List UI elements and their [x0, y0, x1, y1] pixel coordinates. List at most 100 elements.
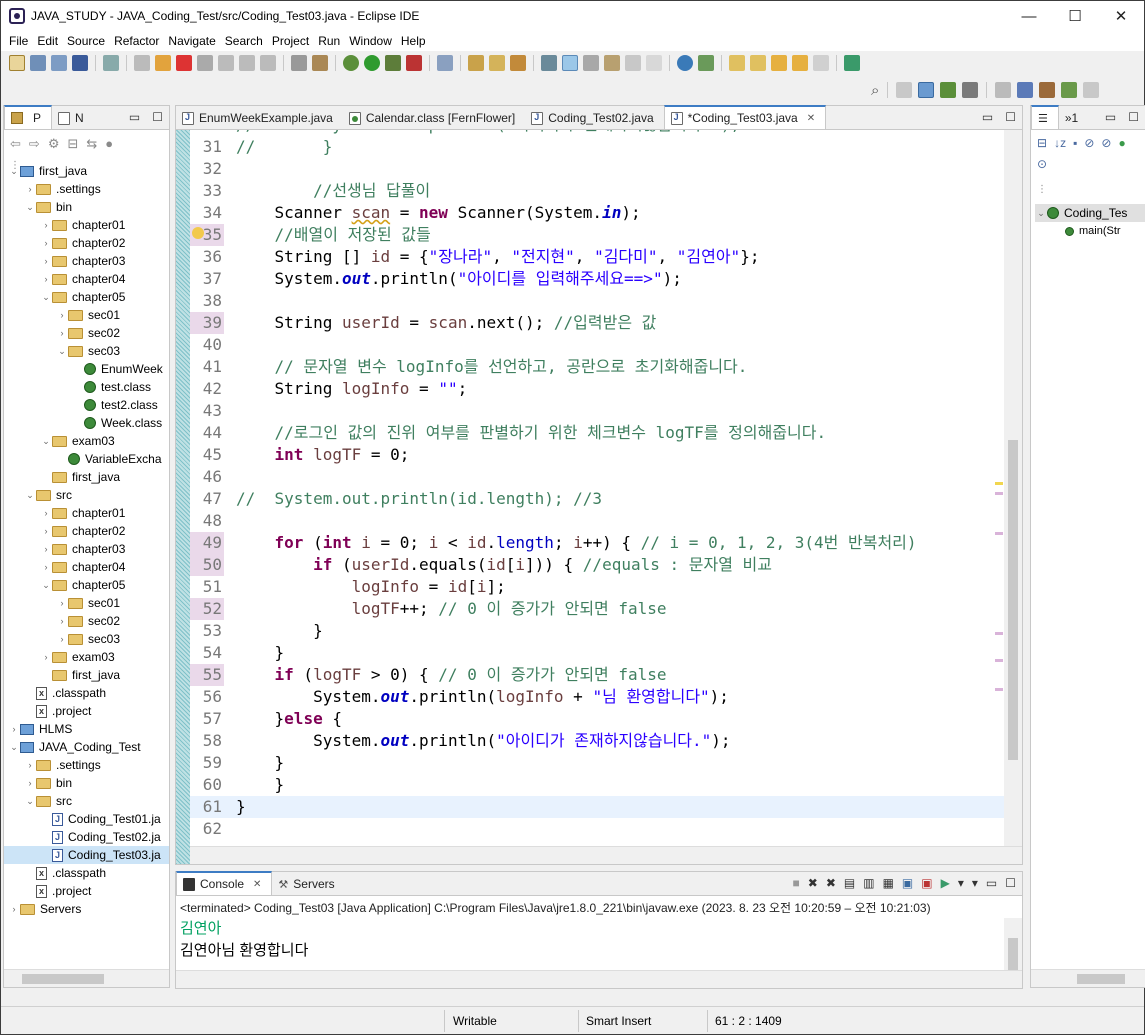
tree-item[interactable]: › HLMS: [4, 720, 169, 738]
collapsed-arrow-icon[interactable]: ›: [24, 184, 36, 194]
collapsed-arrow-icon[interactable]: ›: [40, 256, 52, 266]
remove-launch-icon[interactable]: ✖: [808, 876, 818, 890]
menu-window[interactable]: Window: [345, 34, 396, 48]
minimize-view-icon[interactable]: ▭: [129, 110, 140, 124]
tree-item[interactable]: x .project: [4, 702, 169, 720]
tree-item[interactable]: test.class: [4, 378, 169, 396]
tree-item[interactable]: ⌄ chapter05: [4, 288, 169, 306]
collapsed-arrow-icon[interactable]: ›: [40, 652, 52, 662]
link-editor-icon[interactable]: ⇆: [86, 136, 97, 152]
collapsed-arrow-icon[interactable]: ›: [40, 508, 52, 518]
tree-item[interactable]: › sec01: [4, 594, 169, 612]
collapsed-arrow-icon[interactable]: ›: [56, 328, 68, 338]
menu-file[interactable]: File: [5, 34, 32, 48]
use-step-filters-icon[interactable]: [312, 55, 328, 71]
collapsed-arrow-icon[interactable]: ›: [40, 526, 52, 536]
expanded-arrow-icon[interactable]: ⌄: [8, 166, 20, 177]
collapsed-arrow-icon[interactable]: ›: [24, 778, 36, 788]
terminate-icon[interactable]: [176, 55, 192, 71]
show-whitespace-icon[interactable]: [604, 55, 620, 71]
open-console-icon[interactable]: ▶: [941, 876, 950, 890]
tree-item[interactable]: › sec02: [4, 324, 169, 342]
collapsed-arrow-icon[interactable]: ›: [40, 544, 52, 554]
step-over-icon[interactable]: [239, 55, 255, 71]
collapsed-arrow-icon[interactable]: ›: [40, 220, 52, 230]
collapsed-arrow-icon[interactable]: ›: [56, 598, 68, 608]
pin-icon[interactable]: [698, 55, 714, 71]
maximize-view-icon[interactable]: ☐: [152, 110, 163, 124]
show-stdout-icon[interactable]: ▣: [902, 876, 913, 890]
editor-horizontal-scrollbar[interactable]: [190, 846, 1022, 864]
next-annotation-icon[interactable]: [729, 55, 745, 71]
tree-item[interactable]: J Coding_Test02.ja: [4, 828, 169, 846]
tasks-icon[interactable]: [1039, 82, 1056, 98]
run-icon[interactable]: [364, 55, 380, 71]
status-insert-mode[interactable]: Smart Insert: [586, 1014, 651, 1028]
expanded-arrow-icon[interactable]: ⌄: [40, 436, 52, 447]
tree-item[interactable]: x .classpath: [4, 684, 169, 702]
tree-item[interactable]: ⌄ chapter05: [4, 576, 169, 594]
expanded-arrow-icon[interactable]: ⌄: [8, 742, 20, 753]
expanded-arrow-icon[interactable]: ⌄: [56, 346, 68, 357]
collapsed-arrow-icon[interactable]: ›: [56, 634, 68, 644]
open-type-icon[interactable]: [489, 55, 505, 71]
editor-vertical-scrollbar[interactable]: [1004, 130, 1022, 846]
tree-item[interactable]: › sec02: [4, 612, 169, 630]
collapsed-arrow-icon[interactable]: ›: [40, 238, 52, 248]
tree-item[interactable]: first_java: [4, 468, 169, 486]
maximize-outline-icon[interactable]: ☐: [1128, 110, 1139, 124]
tree-item[interactable]: › Servers: [4, 900, 169, 918]
save-icon[interactable]: [30, 55, 46, 71]
code-lines[interactable]: // System.out.println("아이디가 존재하지않습니다.");…: [190, 130, 1006, 846]
back-nav-icon[interactable]: ⇦: [10, 136, 21, 152]
hide-static-icon[interactable]: ⊘: [1084, 136, 1094, 150]
back-icon[interactable]: [792, 55, 808, 71]
tree-item[interactable]: x .classpath: [4, 864, 169, 882]
tab-more-views[interactable]: »1: [1059, 107, 1088, 129]
maximize-editor-icon[interactable]: ☐: [1005, 110, 1016, 124]
git-perspective-icon[interactable]: [962, 82, 979, 98]
new-java-project-icon[interactable]: [437, 55, 453, 71]
toggle-block-icon[interactable]: [291, 55, 307, 71]
external-tools-icon[interactable]: [406, 55, 422, 71]
collapsed-arrow-icon[interactable]: ›: [56, 310, 68, 320]
menu-run[interactable]: Run: [314, 34, 344, 48]
outline-class-node[interactable]: ⌄ Coding_Tes: [1035, 204, 1145, 222]
minimize-editor-icon[interactable]: ▭: [982, 110, 993, 124]
pin-editor-icon[interactable]: [844, 55, 860, 71]
hide-local-types-icon[interactable]: ●: [1118, 136, 1125, 150]
terminate-console-icon[interactable]: ■: [793, 876, 800, 890]
display-console-icon[interactable]: ▾: [958, 876, 964, 890]
menu-project[interactable]: Project: [268, 34, 313, 48]
tree-item[interactable]: Week.class: [4, 414, 169, 432]
menu-edit[interactable]: Edit: [33, 34, 62, 48]
open-task-icon[interactable]: [510, 55, 526, 71]
menu-search[interactable]: Search: [221, 34, 267, 48]
collapsed-arrow-icon[interactable]: ›: [8, 904, 20, 914]
outline-menu-icon[interactable]: ⋮: [1037, 184, 1047, 195]
minimize-button[interactable]: —: [1006, 1, 1052, 31]
up-icon[interactable]: ⚙: [48, 136, 60, 152]
menu-help[interactable]: Help: [397, 34, 430, 48]
collapsed-arrow-icon[interactable]: ›: [24, 760, 36, 770]
open-perspective-icon[interactable]: [896, 82, 913, 98]
menu-navigate[interactable]: Navigate: [164, 34, 219, 48]
last-edit-location-icon[interactable]: [771, 55, 787, 71]
tree-item[interactable]: ⌄ sec03: [4, 342, 169, 360]
word-wrap-console-icon[interactable]: ▥: [863, 876, 874, 890]
hide-fields-icon[interactable]: ▪: [1073, 136, 1077, 150]
highlight-icon[interactable]: [562, 55, 578, 71]
search-icon[interactable]: ⌕: [871, 82, 879, 99]
new-console-icon[interactable]: ▾: [972, 876, 978, 890]
tree-item[interactable]: first_java: [4, 666, 169, 684]
outline-view-icon[interactable]: [1083, 82, 1100, 98]
close-tab-icon[interactable]: ✕: [253, 879, 261, 890]
tree-item[interactable]: J Coding_Test01.ja: [4, 810, 169, 828]
hide-nonpublic-icon[interactable]: ⊘: [1101, 136, 1111, 150]
tab-navigator[interactable]: N: [52, 107, 94, 129]
previous-annotation-icon[interactable]: [750, 55, 766, 71]
collapse-all-icon[interactable]: ⊟: [67, 136, 78, 152]
tree-item[interactable]: ⌄ src: [4, 792, 169, 810]
step-return-icon[interactable]: [260, 55, 276, 71]
tree-item[interactable]: VariableExcha: [4, 450, 169, 468]
